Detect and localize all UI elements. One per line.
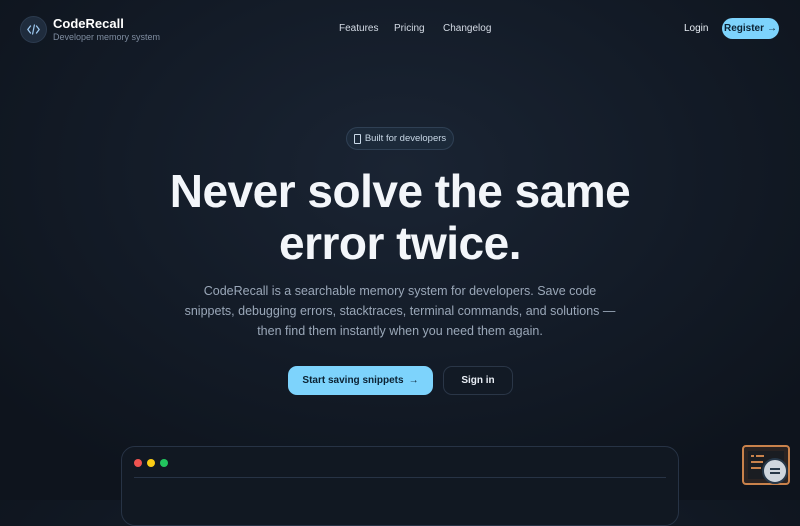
brand-logo[interactable] [20, 16, 47, 43]
search-chat-icon[interactable] [762, 458, 788, 484]
window-minimize-dot [147, 459, 155, 467]
terminal-preview-window [121, 446, 679, 526]
terminal-divider [134, 477, 666, 478]
top-navigation: CodeRecall Developer memory system Featu… [0, 0, 800, 58]
nav-link-features[interactable]: Features [339, 23, 378, 34]
arrow-right-icon: → [767, 23, 777, 34]
register-button[interactable]: Register → [722, 18, 779, 39]
hero-title-line-2: error twice. [279, 217, 522, 269]
code-file-icon [353, 133, 361, 144]
login-link[interactable]: Login [684, 23, 708, 34]
built-for-developers-badge: Built for developers [346, 127, 454, 150]
sign-in-button[interactable]: Sign in [443, 366, 513, 395]
window-close-dot [134, 459, 142, 467]
brand-tagline: Developer memory system [53, 32, 161, 42]
code-icon [27, 24, 40, 35]
primary-cta-label: Start saving snippets [302, 375, 404, 386]
start-saving-snippets-button[interactable]: Start saving snippets → [288, 366, 433, 395]
register-label: Register [723, 23, 764, 34]
nav-link-changelog[interactable]: Changelog [443, 23, 491, 34]
secondary-cta-label: Sign in [461, 375, 495, 386]
brand-name[interactable]: CodeRecall [53, 16, 124, 31]
hero-description: CodeRecall is a searchable memory system… [184, 284, 616, 338]
arrow-right-icon: → [408, 375, 419, 386]
nav-link-pricing[interactable]: Pricing [394, 23, 425, 34]
hero-title-line-1: Never solve the same [169, 165, 631, 217]
window-maximize-dot [160, 459, 168, 467]
badge-label: Built for developers [364, 133, 447, 144]
hero-title: Never solve the same error twice. [100, 165, 700, 269]
